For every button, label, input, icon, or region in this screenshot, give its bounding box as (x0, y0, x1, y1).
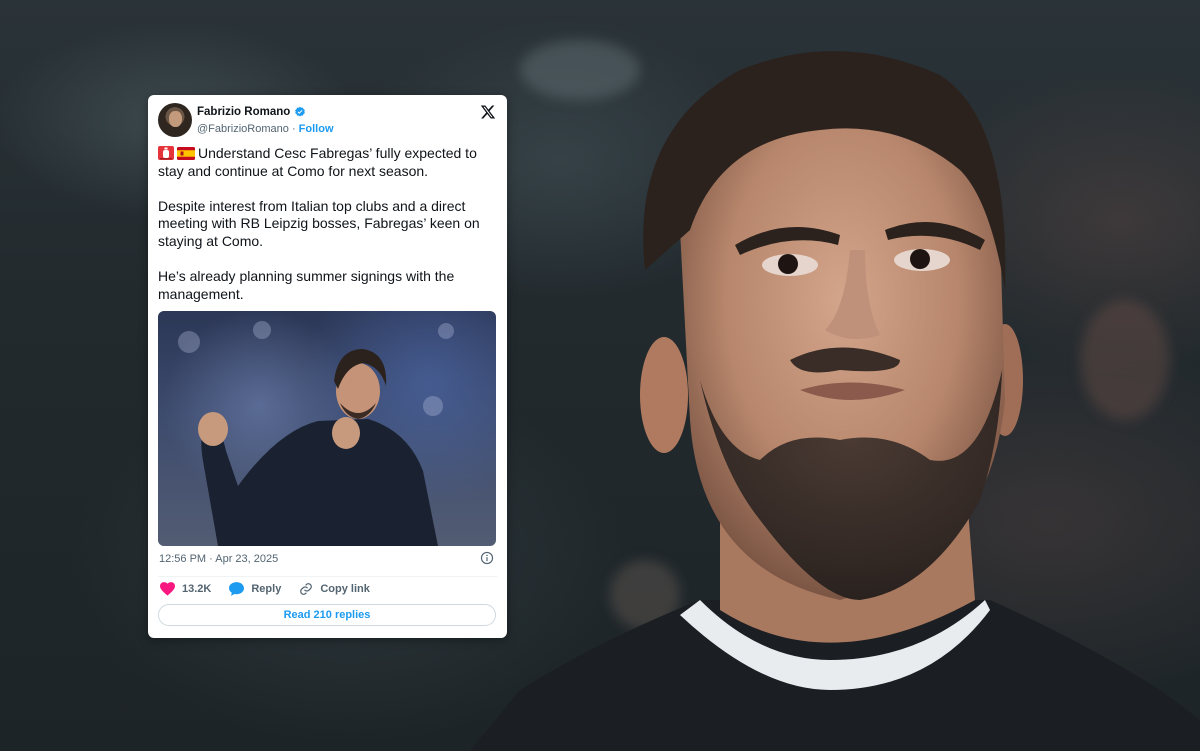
author-name[interactable]: Fabrizio Romano (197, 106, 290, 118)
speech-bubble-icon (229, 582, 245, 596)
follow-button[interactable]: Follow (299, 123, 334, 135)
siren-emoji-icon (158, 146, 174, 160)
tweet-timestamp[interactable]: 12:56 PM · Apr 23, 2025 (159, 553, 278, 565)
read-replies-button[interactable]: Read 210 replies (158, 604, 496, 626)
like-count: 13.2K (182, 583, 212, 595)
copy-link-button[interactable]: Copy link (299, 582, 370, 596)
reply-label: Reply (251, 583, 282, 595)
handle-separator: · (291, 123, 296, 135)
tweet-card: Fabrizio Romano @FabrizioRomano · Follow (148, 95, 507, 638)
x-logo-icon[interactable] (480, 104, 496, 120)
author-row: Fabrizio Romano (197, 106, 306, 118)
reply-button[interactable]: Reply (229, 582, 281, 596)
info-icon[interactable] (480, 551, 494, 565)
tweet-paragraph: Understand Cesc Fabregas’ fully expected… (158, 145, 503, 180)
avatar[interactable] (158, 103, 192, 137)
heart-icon (160, 582, 175, 596)
link-icon (300, 583, 313, 595)
tweet-photo[interactable] (158, 311, 496, 546)
handle-row: @FabrizioRomano · Follow (197, 123, 334, 135)
tweet-header: Fabrizio Romano @FabrizioRomano · Follow (158, 103, 497, 139)
tweet-actions: 13.2K Reply Copy link (160, 582, 370, 596)
tweet-text: Understand Cesc Fabregas’ fully expected… (158, 145, 503, 321)
verified-badge-icon (295, 106, 306, 117)
divider (158, 576, 497, 577)
tweet-paragraph-2: Despite interest from Italian top clubs … (158, 197, 480, 249)
tweet-paragraph-1: Understand Cesc Fabregas’ fully expected… (158, 145, 477, 179)
spain-flag-icon (177, 147, 195, 160)
copy-link-label: Copy link (320, 583, 370, 595)
author-handle[interactable]: @FabrizioRomano (197, 123, 289, 135)
tweet-paragraph-3: He’s already planning summer signings wi… (158, 268, 455, 302)
like-button[interactable]: 13.2K (160, 582, 211, 596)
celebrating-coach-figure (198, 349, 438, 546)
